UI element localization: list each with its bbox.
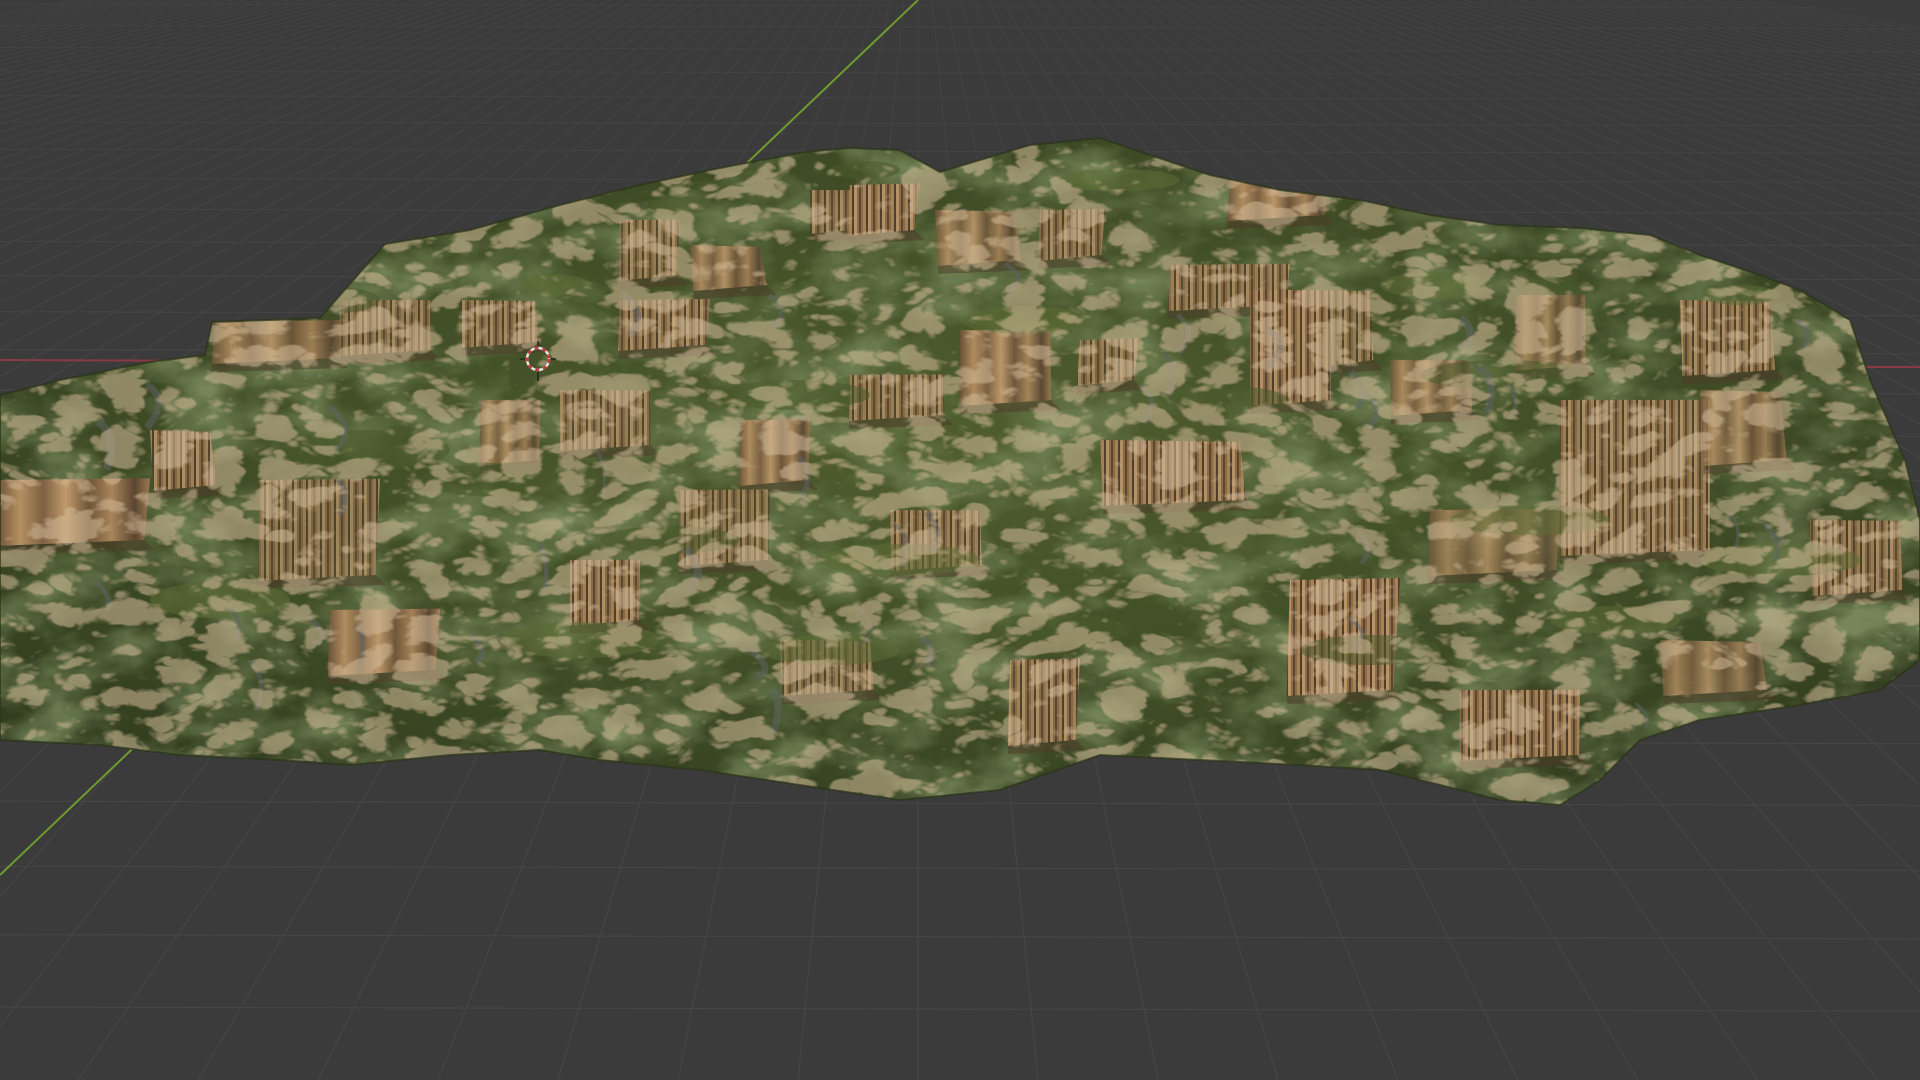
3d-viewport[interactable] xyxy=(0,0,1920,1080)
viewport-canvas[interactable] xyxy=(0,0,1920,1080)
